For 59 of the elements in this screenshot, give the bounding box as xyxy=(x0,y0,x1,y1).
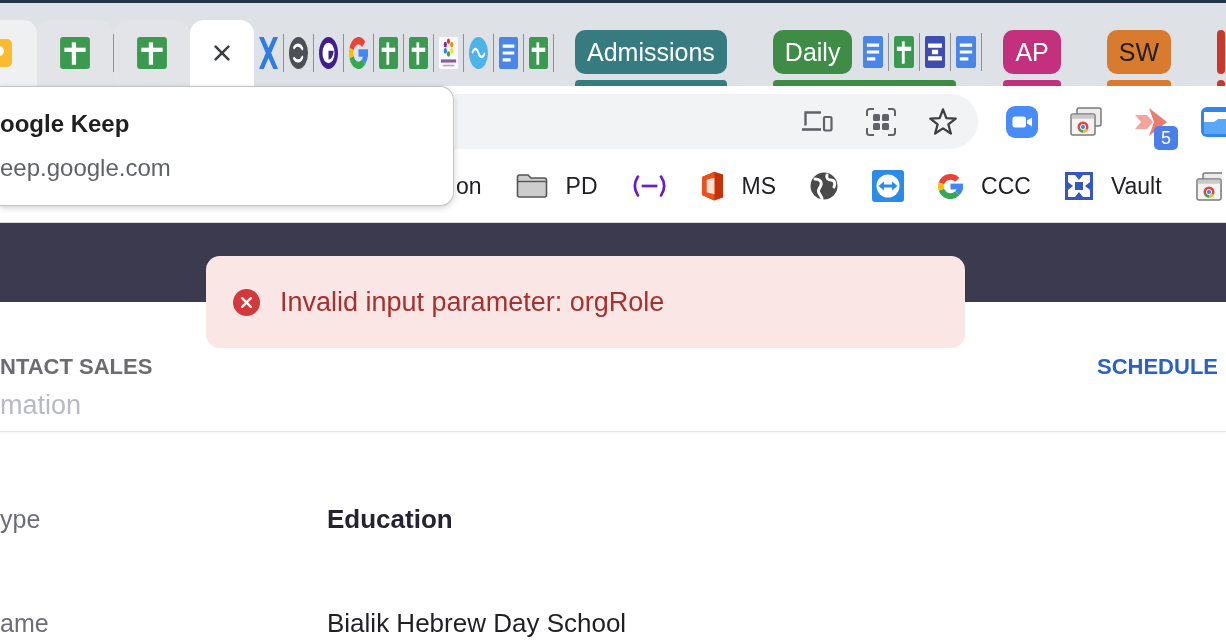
scan-grid-icon[interactable] xyxy=(866,107,896,136)
hover-card-title: oogle Keep xyxy=(0,109,130,139)
windows-stack-icon[interactable] xyxy=(1195,171,1222,201)
tile-icon xyxy=(0,39,12,67)
circle-logo-icon[interactable] xyxy=(289,37,308,69)
globe-icon[interactable] xyxy=(810,172,839,200)
bookmark[interactable]: Vault xyxy=(1064,172,1162,200)
ring-logo-icon[interactable] xyxy=(319,37,338,69)
tab-group-chip[interactable]: SW xyxy=(1106,30,1172,74)
brackets-icon[interactable] xyxy=(631,175,667,197)
x-shape-icon[interactable] xyxy=(259,37,278,69)
nav-link[interactable]: NTACT SALES xyxy=(0,354,153,380)
oval-logo-icon[interactable] xyxy=(469,37,488,69)
windows-stack-icon[interactable] xyxy=(1070,107,1102,136)
section-heading: mation xyxy=(0,390,82,420)
hover-card-url: eep.google.com xyxy=(0,153,171,183)
count-badge: 5 xyxy=(1154,125,1178,150)
g-logo-icon[interactable] xyxy=(349,37,368,69)
field-label: ype xyxy=(0,504,41,534)
tab-group-chip[interactable]: Admissions xyxy=(575,30,727,74)
tab-group-chip[interactable]: AP xyxy=(1003,30,1061,74)
document-icon[interactable] xyxy=(863,36,884,68)
error-icon xyxy=(233,288,260,316)
spreadsheet-icon xyxy=(59,37,91,69)
close-icon[interactable] xyxy=(214,45,230,61)
spreadsheet-icon xyxy=(136,37,168,69)
spreadsheet-icon[interactable] xyxy=(379,37,398,69)
spreadsheet-icon[interactable] xyxy=(894,36,915,68)
browser-tab[interactable] xyxy=(114,20,190,86)
video-camera-icon[interactable] xyxy=(1006,105,1038,138)
tab-group-chip[interactable] xyxy=(1217,30,1226,74)
bookmark[interactable]: on xyxy=(456,172,482,200)
tab-group-chip[interactable]: Daily xyxy=(772,30,853,74)
form-icon[interactable] xyxy=(925,36,946,68)
toast-message: Invalid input parameter: orgRole xyxy=(280,286,665,318)
logo-icon xyxy=(700,170,724,202)
devices-icon[interactable] xyxy=(801,111,833,132)
bookmark[interactable]: MS xyxy=(700,170,777,202)
group-underline xyxy=(1106,80,1172,86)
star-icon[interactable] xyxy=(929,108,957,135)
field-label: ame xyxy=(0,608,49,638)
spreadsheet-icon[interactable] xyxy=(529,37,548,69)
group-underline xyxy=(1003,80,1061,86)
folder-icon xyxy=(515,173,548,199)
spreadsheet-icon[interactable] xyxy=(409,37,428,69)
address-bar[interactable] xyxy=(455,94,978,149)
field-value: Education xyxy=(327,504,453,534)
g-logo-icon xyxy=(938,173,964,199)
group-underline xyxy=(1217,80,1226,86)
document-icon[interactable] xyxy=(499,37,518,69)
document-icon[interactable] xyxy=(956,36,977,68)
emblem-icon[interactable] xyxy=(439,37,458,69)
folder-tile-icon[interactable] xyxy=(1200,105,1226,138)
field-value: Bialik Hebrew Day School xyxy=(327,608,627,638)
nav-link[interactable]: SCHEDULE xyxy=(1097,354,1218,380)
bookmark[interactable]: PD xyxy=(515,172,598,200)
browser-tab[interactable] xyxy=(37,20,113,86)
bookmark[interactable]: CCC xyxy=(938,172,1031,200)
cross-tile-icon xyxy=(1064,172,1093,200)
